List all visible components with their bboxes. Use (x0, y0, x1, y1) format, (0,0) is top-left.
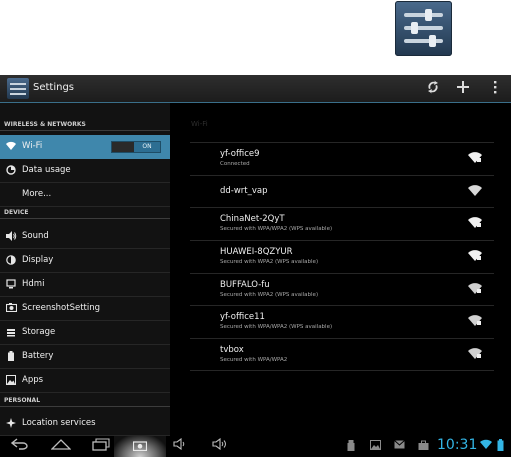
wifi-signal-locked-icon (468, 283, 482, 294)
battery-status-icon (495, 439, 505, 451)
device-screen: Settings WIRELESS & NETWORKS Wi-Fi ON Da… (0, 75, 511, 457)
section-header-personal: PERSONAL (0, 395, 170, 407)
wifi-signal-locked-icon (468, 315, 482, 326)
network-name: yf-office11 (220, 312, 265, 322)
sidebar-item-data-usage[interactable]: Data usage (0, 159, 170, 183)
wifi-network-row[interactable]: HUAWEI-8QZYUR Secured with WPA2 (WPS ava… (190, 240, 494, 272)
network-status: Secured with WPA/WPA2 (220, 357, 288, 363)
status-clock: 10:31 (437, 437, 478, 453)
camera-icon (5, 303, 17, 315)
sidebar-item-battery[interactable]: Battery (0, 345, 170, 369)
network-status: Connected (220, 161, 250, 167)
wifi-network-list: Wi-Fi yf-office9 Connected dd-wrt_vap Ch… (170, 103, 511, 436)
storage-icon (5, 327, 17, 339)
network-status: Secured with WPA/WPA2 (WPS available) (220, 324, 333, 330)
wifi-icon (5, 141, 17, 153)
list-divider (190, 370, 494, 371)
sidebar-item-label: Storage (22, 327, 56, 337)
bag-icon (417, 440, 429, 452)
system-bar: 10:31 (0, 436, 511, 457)
data-usage-icon (5, 165, 17, 177)
wifi-signal-locked-icon (468, 250, 482, 261)
screenshot-icon (133, 441, 147, 451)
sidebar-item-screenshot-setting[interactable]: ScreenshotSetting (0, 297, 170, 321)
apps-icon (5, 375, 17, 387)
network-name: dd-wrt_vap (220, 186, 268, 196)
recent-apps-icon[interactable] (90, 438, 112, 455)
settings-large-icon (395, 1, 452, 56)
section-header-wireless: WIRELESS & NETWORKS (0, 119, 170, 131)
usb-icon (345, 440, 357, 452)
sync-icon[interactable] (424, 80, 442, 98)
display-icon (5, 255, 17, 267)
network-status: Secured with WPA/WPA2 (WPS available) (220, 226, 333, 232)
wifi-network-row[interactable]: dd-wrt_vap (190, 175, 494, 207)
wifi-toggle[interactable]: ON (111, 141, 161, 153)
wifi-network-row[interactable]: tvbox Secured with WPA/WPA2 (190, 338, 494, 370)
wifi-signal-locked-icon (468, 217, 482, 228)
sidebar-item-location-services[interactable]: Location services (0, 412, 170, 436)
toggle-state: ON (134, 142, 160, 152)
sidebar-item-label: Data usage (22, 165, 71, 175)
wifi-network-row[interactable]: ChinaNet-2QyT Secured with WPA/WPA2 (WPS… (190, 207, 494, 239)
sidebar-item-label: More... (22, 189, 52, 199)
mail-icon (393, 440, 405, 452)
network-status: Secured with WPA2 (WPS available) (220, 292, 319, 298)
sidebar-item-display[interactable]: Display (0, 249, 170, 273)
gallery-icon (369, 440, 381, 452)
network-name: tvbox (220, 345, 244, 355)
settings-sidebar: WIRELESS & NETWORKS Wi-Fi ON Data usage … (0, 103, 170, 436)
sidebar-item-wifi[interactable]: Wi-Fi ON (0, 135, 170, 159)
sidebar-item-apps[interactable]: Apps (0, 369, 170, 393)
overflow-menu-icon[interactable] (486, 80, 504, 98)
sidebar-item-label: ScreenshotSetting (22, 303, 101, 313)
wifi-network-row[interactable]: yf-office11 Secured with WPA/WPA2 (WPS a… (190, 305, 494, 337)
sidebar-item-label: Display (22, 255, 54, 265)
sidebar-item-label: Apps (22, 375, 44, 385)
back-icon[interactable] (9, 438, 31, 455)
wifi-network-row[interactable]: yf-office9 Connected (190, 142, 494, 174)
wifi-section-header: Wi-Fi (191, 120, 208, 128)
network-name: ChinaNet-2QyT (220, 214, 285, 224)
network-status: Secured with WPA2 (WPS available) (220, 259, 319, 265)
network-name: yf-office9 (220, 149, 260, 159)
screenshot-button[interactable] (114, 436, 166, 457)
sidebar-item-more[interactable]: More... (0, 183, 170, 207)
sidebar-item-hdmi[interactable]: Hdmi (0, 273, 170, 297)
wifi-signal-locked-icon (468, 152, 482, 163)
wifi-network-row[interactable]: BUFFALO-fu Secured with WPA2 (WPS availa… (190, 273, 494, 305)
action-bar: Settings (0, 75, 511, 103)
battery-icon (5, 351, 17, 363)
sidebar-item-label: Sound (22, 231, 49, 241)
sidebar-item-sound[interactable]: Sound (0, 225, 170, 249)
hdmi-icon (5, 279, 17, 291)
sidebar-item-label: Battery (22, 351, 54, 361)
network-name: BUFFALO-fu (220, 280, 270, 290)
sidebar-item-label: Wi-Fi (22, 141, 43, 151)
wifi-signal-locked-icon (468, 348, 482, 359)
settings-app-icon[interactable] (7, 78, 29, 99)
wifi-signal-icon (468, 185, 482, 196)
sidebar-item-label: Location services (22, 418, 96, 428)
sidebar-item-label: Hdmi (22, 279, 45, 289)
volume-up-icon[interactable] (211, 437, 229, 455)
network-name: HUAWEI-8QZYUR (220, 247, 293, 257)
sound-icon (5, 231, 17, 243)
location-icon (5, 418, 17, 430)
volume-down-icon[interactable] (172, 437, 188, 455)
wifi-status-icon (480, 439, 492, 451)
add-icon[interactable] (454, 80, 472, 98)
app-title: Settings (33, 82, 75, 93)
sidebar-item-storage[interactable]: Storage (0, 321, 170, 345)
section-header-device: DEVICE (0, 207, 170, 219)
home-icon[interactable] (50, 438, 72, 455)
